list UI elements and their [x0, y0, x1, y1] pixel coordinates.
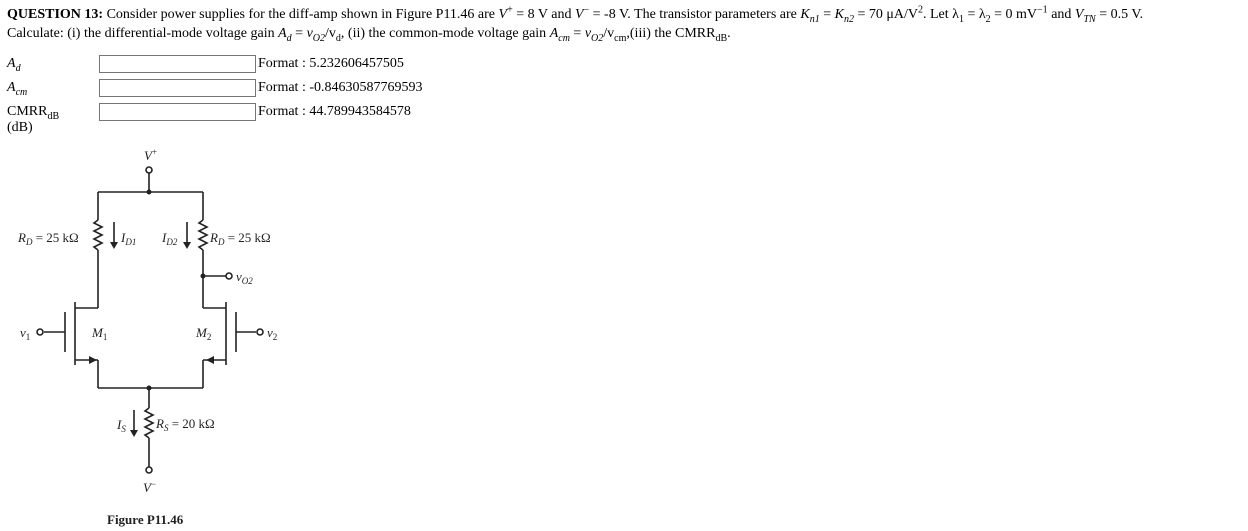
m2-label: M2 — [195, 325, 211, 342]
question-number: QUESTION 13: — [7, 7, 104, 22]
vo2-label: vO2 — [236, 269, 253, 286]
vplus-terminal — [145, 166, 153, 174]
is-label: IS — [116, 417, 126, 434]
rs-resistor — [143, 407, 155, 439]
answer-label-cmrr: CMRRdB (dB) — [7, 104, 60, 135]
id1-arrowhead — [110, 242, 118, 249]
cmrr-format-hint: Format : 44.789943584578 — [258, 104, 411, 119]
ad-format-hint: Format : 5.232606457505 — [258, 56, 404, 71]
v2-label: v2 — [267, 325, 277, 342]
cmrr-input[interactable] — [99, 103, 256, 121]
rd-left-label: RD = 25 kΩ — [17, 230, 79, 247]
v1-terminal — [36, 328, 44, 336]
junction-dot — [146, 189, 152, 195]
acm-input[interactable] — [99, 79, 256, 97]
rs-label: RS = 20 kΩ — [155, 416, 215, 433]
circuit-figure: V+ RD = 25 kΩ ID1 ID2 RD = 25 kΩ vO2 v1 … — [17, 147, 277, 527]
id2-label: ID2 — [161, 230, 178, 247]
question-line-2: Calculate: (i) the differential-mode vol… — [7, 26, 731, 44]
v1-label: v1 — [20, 325, 30, 342]
answer-label-ad: Ad — [7, 56, 21, 74]
v2-terminal — [256, 328, 264, 336]
question-line-1: QUESTION 13: Consider power supplies for… — [7, 4, 1144, 25]
vplus-label: V+ — [144, 147, 157, 163]
acm-format-hint: Format : -0.84630587769593 — [258, 80, 423, 95]
is-arrowhead — [130, 430, 138, 437]
m2-source-arrow — [206, 356, 214, 364]
ad-input[interactable] — [99, 55, 256, 73]
answer-label-acm: Acm — [7, 80, 28, 98]
rd-left-resistor — [92, 219, 104, 251]
figure-caption: Figure P11.46 — [107, 512, 184, 527]
id1-label: ID1 — [120, 230, 136, 247]
junction-dot — [146, 385, 152, 391]
vminus-label: V− — [143, 479, 156, 495]
m1-label: M1 — [91, 325, 107, 342]
rd-right-resistor — [197, 219, 209, 251]
junction-dot — [200, 273, 206, 279]
question-text: QUESTION 13: Consider power supplies for… — [7, 5, 1247, 43]
vminus-terminal — [145, 466, 153, 474]
rd-right-label: RD = 25 kΩ — [209, 230, 271, 247]
vo2-terminal — [225, 272, 233, 280]
m1-source-arrow — [89, 356, 97, 364]
id2-arrowhead — [183, 242, 191, 249]
